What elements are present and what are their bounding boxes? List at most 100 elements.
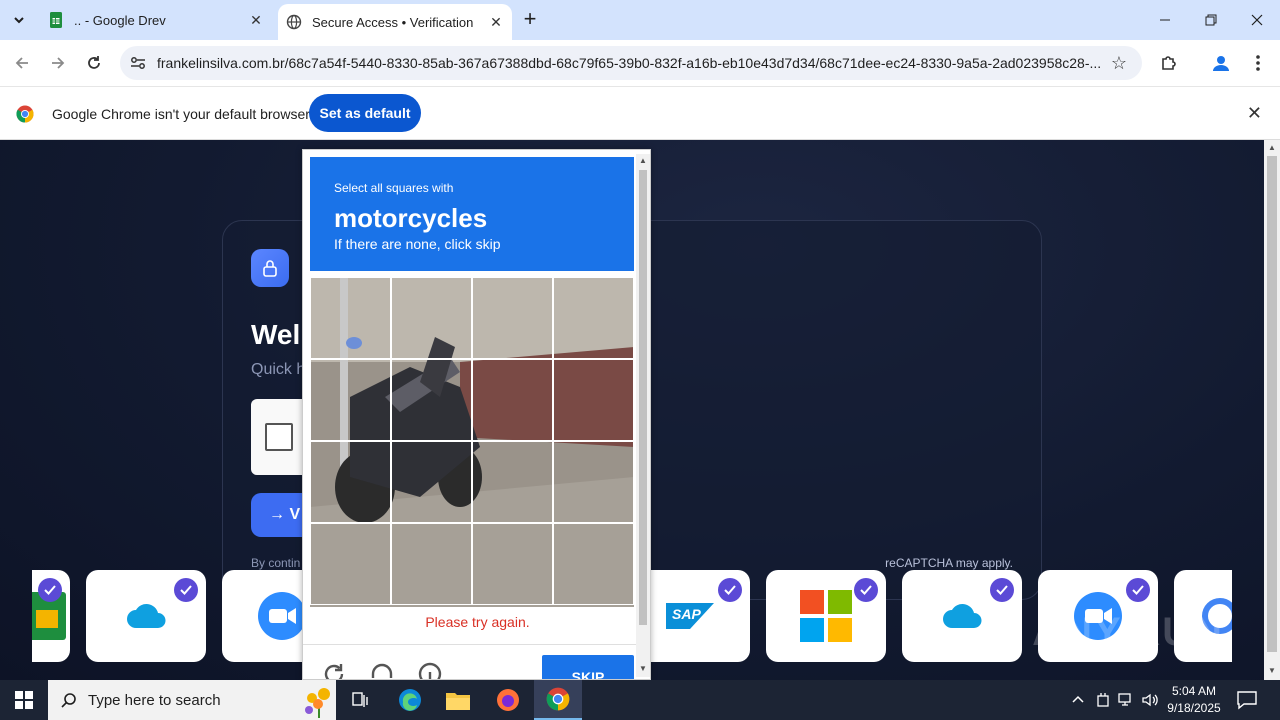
menu-button[interactable] xyxy=(1246,51,1270,75)
challenge-scrollbar[interactable]: ▲ ▼ xyxy=(636,154,650,677)
browser-toolbar: frankelinsilva.com.br/68c7a54f-5440-8330… xyxy=(0,40,1280,86)
folder-icon xyxy=(446,693,470,710)
grid-tile[interactable] xyxy=(553,523,634,605)
site-info-icon[interactable] xyxy=(128,53,148,73)
challenge-footer: SKIP xyxy=(303,644,650,680)
globe-icon xyxy=(286,14,302,30)
forward-button[interactable] xyxy=(45,50,71,76)
anyrun-watermark: ANY.RUN xyxy=(1032,610,1224,654)
scroll-up-icon[interactable]: ▲ xyxy=(1267,143,1277,153)
microsoft-logo-icon xyxy=(800,590,852,642)
start-button[interactable] xyxy=(0,680,48,720)
show-hidden-icons[interactable] xyxy=(1070,692,1086,708)
usb-device-icon xyxy=(1097,693,1109,707)
tab-title: Secure Access • Verification xyxy=(312,14,474,30)
close-tab-icon[interactable]: ✕ xyxy=(248,12,264,28)
clock-date: 9/18/2025 xyxy=(1167,701,1221,715)
reload-challenge-icon[interactable] xyxy=(321,661,347,680)
grid-tile[interactable] xyxy=(310,277,391,359)
taskbar-search-box[interactable]: Type here to search xyxy=(48,680,336,720)
grid-tile[interactable] xyxy=(472,441,553,523)
search-placeholder: Type here to search xyxy=(88,692,221,709)
grid-tile[interactable] xyxy=(391,277,472,359)
lock-badge xyxy=(251,249,289,287)
headphones-icon[interactable] xyxy=(369,661,395,680)
scroll-up-icon[interactable]: ▲ xyxy=(638,156,648,165)
grid-tile[interactable] xyxy=(391,523,472,605)
windows-taskbar: Type here to search 5:04 AM 9/18/2025 xyxy=(0,680,1280,720)
grid-tile[interactable] xyxy=(310,523,391,605)
error-message: Please try again. xyxy=(425,614,530,630)
challenge-hint: If there are none, click skip xyxy=(334,236,501,252)
grid-tile[interactable] xyxy=(310,441,391,523)
windows-logo-icon xyxy=(15,691,33,709)
logo-card xyxy=(766,570,886,662)
reload-button[interactable] xyxy=(81,50,107,76)
clock-time: 5:04 AM xyxy=(1171,684,1217,698)
info-icon[interactable] xyxy=(417,661,443,680)
set-as-default-button[interactable]: Set as default xyxy=(309,94,421,132)
edge-icon xyxy=(399,689,421,711)
restore-button[interactable] xyxy=(1188,0,1234,40)
tab-google-drive[interactable]: .. - Google Drev ✕ xyxy=(40,0,272,40)
cloud-logo-icon xyxy=(943,604,982,628)
grid-tile[interactable] xyxy=(472,277,553,359)
checkmark-icon xyxy=(854,578,878,602)
page-scrollbar[interactable]: ▲ ▼ xyxy=(1264,140,1280,680)
grid-tile[interactable] xyxy=(553,359,634,441)
back-button[interactable] xyxy=(9,50,35,76)
close-tab-icon[interactable]: ✕ xyxy=(488,14,504,30)
scrollbar-thumb[interactable] xyxy=(1267,156,1277,652)
tray-network-icon[interactable] xyxy=(1118,692,1134,708)
grid-tile[interactable] xyxy=(553,441,634,523)
scroll-down-icon[interactable]: ▼ xyxy=(1267,666,1277,676)
logo-card xyxy=(902,570,1022,662)
recaptcha-checkbox[interactable] xyxy=(265,423,293,451)
extensions-button[interactable] xyxy=(1157,51,1181,75)
grid-tile[interactable] xyxy=(553,277,634,359)
notification-center-icon[interactable] xyxy=(1236,690,1258,710)
tray-device-icon[interactable] xyxy=(1095,692,1111,708)
close-infobar-icon[interactable]: ✕ xyxy=(1247,103,1262,124)
taskbar-edge[interactable] xyxy=(386,680,434,720)
arrow-right-icon xyxy=(52,57,65,69)
taskbar-file-explorer[interactable] xyxy=(434,680,482,720)
scrollbar-thumb[interactable] xyxy=(639,170,647,625)
recaptcha-challenge: Select all squares with motorcycles If t… xyxy=(302,149,651,680)
search-icon xyxy=(61,693,76,708)
system-clock[interactable]: 5:04 AM 9/18/2025 xyxy=(1164,683,1224,717)
taskbar-chrome[interactable] xyxy=(534,680,582,720)
tab-title: .. - Google Drev xyxy=(74,12,166,28)
grid-tile[interactable] xyxy=(391,441,472,523)
bookmark-star-icon[interactable]: ☆ xyxy=(1108,52,1130,74)
checkmark-icon xyxy=(38,578,62,602)
address-bar[interactable]: frankelinsilva.com.br/68c7a54f-5440-8330… xyxy=(120,46,1142,80)
profile-button[interactable] xyxy=(1209,51,1233,75)
task-view-button[interactable] xyxy=(336,680,384,720)
minimize-button[interactable] xyxy=(1142,0,1188,40)
checkmark-icon xyxy=(990,578,1014,602)
grid-tile[interactable] xyxy=(391,359,472,441)
puzzle-icon xyxy=(1162,56,1176,70)
grid-tile[interactable] xyxy=(310,359,391,441)
taskbar-firefox[interactable] xyxy=(484,680,532,720)
skip-button[interactable]: SKIP xyxy=(542,655,634,679)
task-view-icon xyxy=(352,692,368,707)
default-browser-infobar: Google Chrome isn't your default browser… xyxy=(0,86,1280,140)
challenge-header: Select all squares with motorcycles If t… xyxy=(310,157,634,271)
profile-icon xyxy=(1213,56,1229,71)
grid-tile[interactable] xyxy=(472,523,553,605)
scroll-down-icon[interactable]: ▼ xyxy=(638,664,648,673)
tab-secure-access[interactable]: Secure Access • Verification ✕ xyxy=(278,4,512,40)
chrome-icon xyxy=(546,687,570,711)
close-window-button[interactable] xyxy=(1234,0,1280,40)
cloud-logo-icon xyxy=(127,604,166,628)
infobar-message: Google Chrome isn't your default browser xyxy=(52,106,310,122)
grid-tile[interactable] xyxy=(472,359,553,441)
google-sheets-icon xyxy=(50,12,62,28)
tab-search-button[interactable] xyxy=(6,8,32,32)
new-tab-button[interactable]: + xyxy=(518,8,542,32)
logo-card xyxy=(32,570,70,662)
tray-volume-icon[interactable] xyxy=(1142,692,1158,708)
sap-logo-text: SAP xyxy=(672,606,701,622)
